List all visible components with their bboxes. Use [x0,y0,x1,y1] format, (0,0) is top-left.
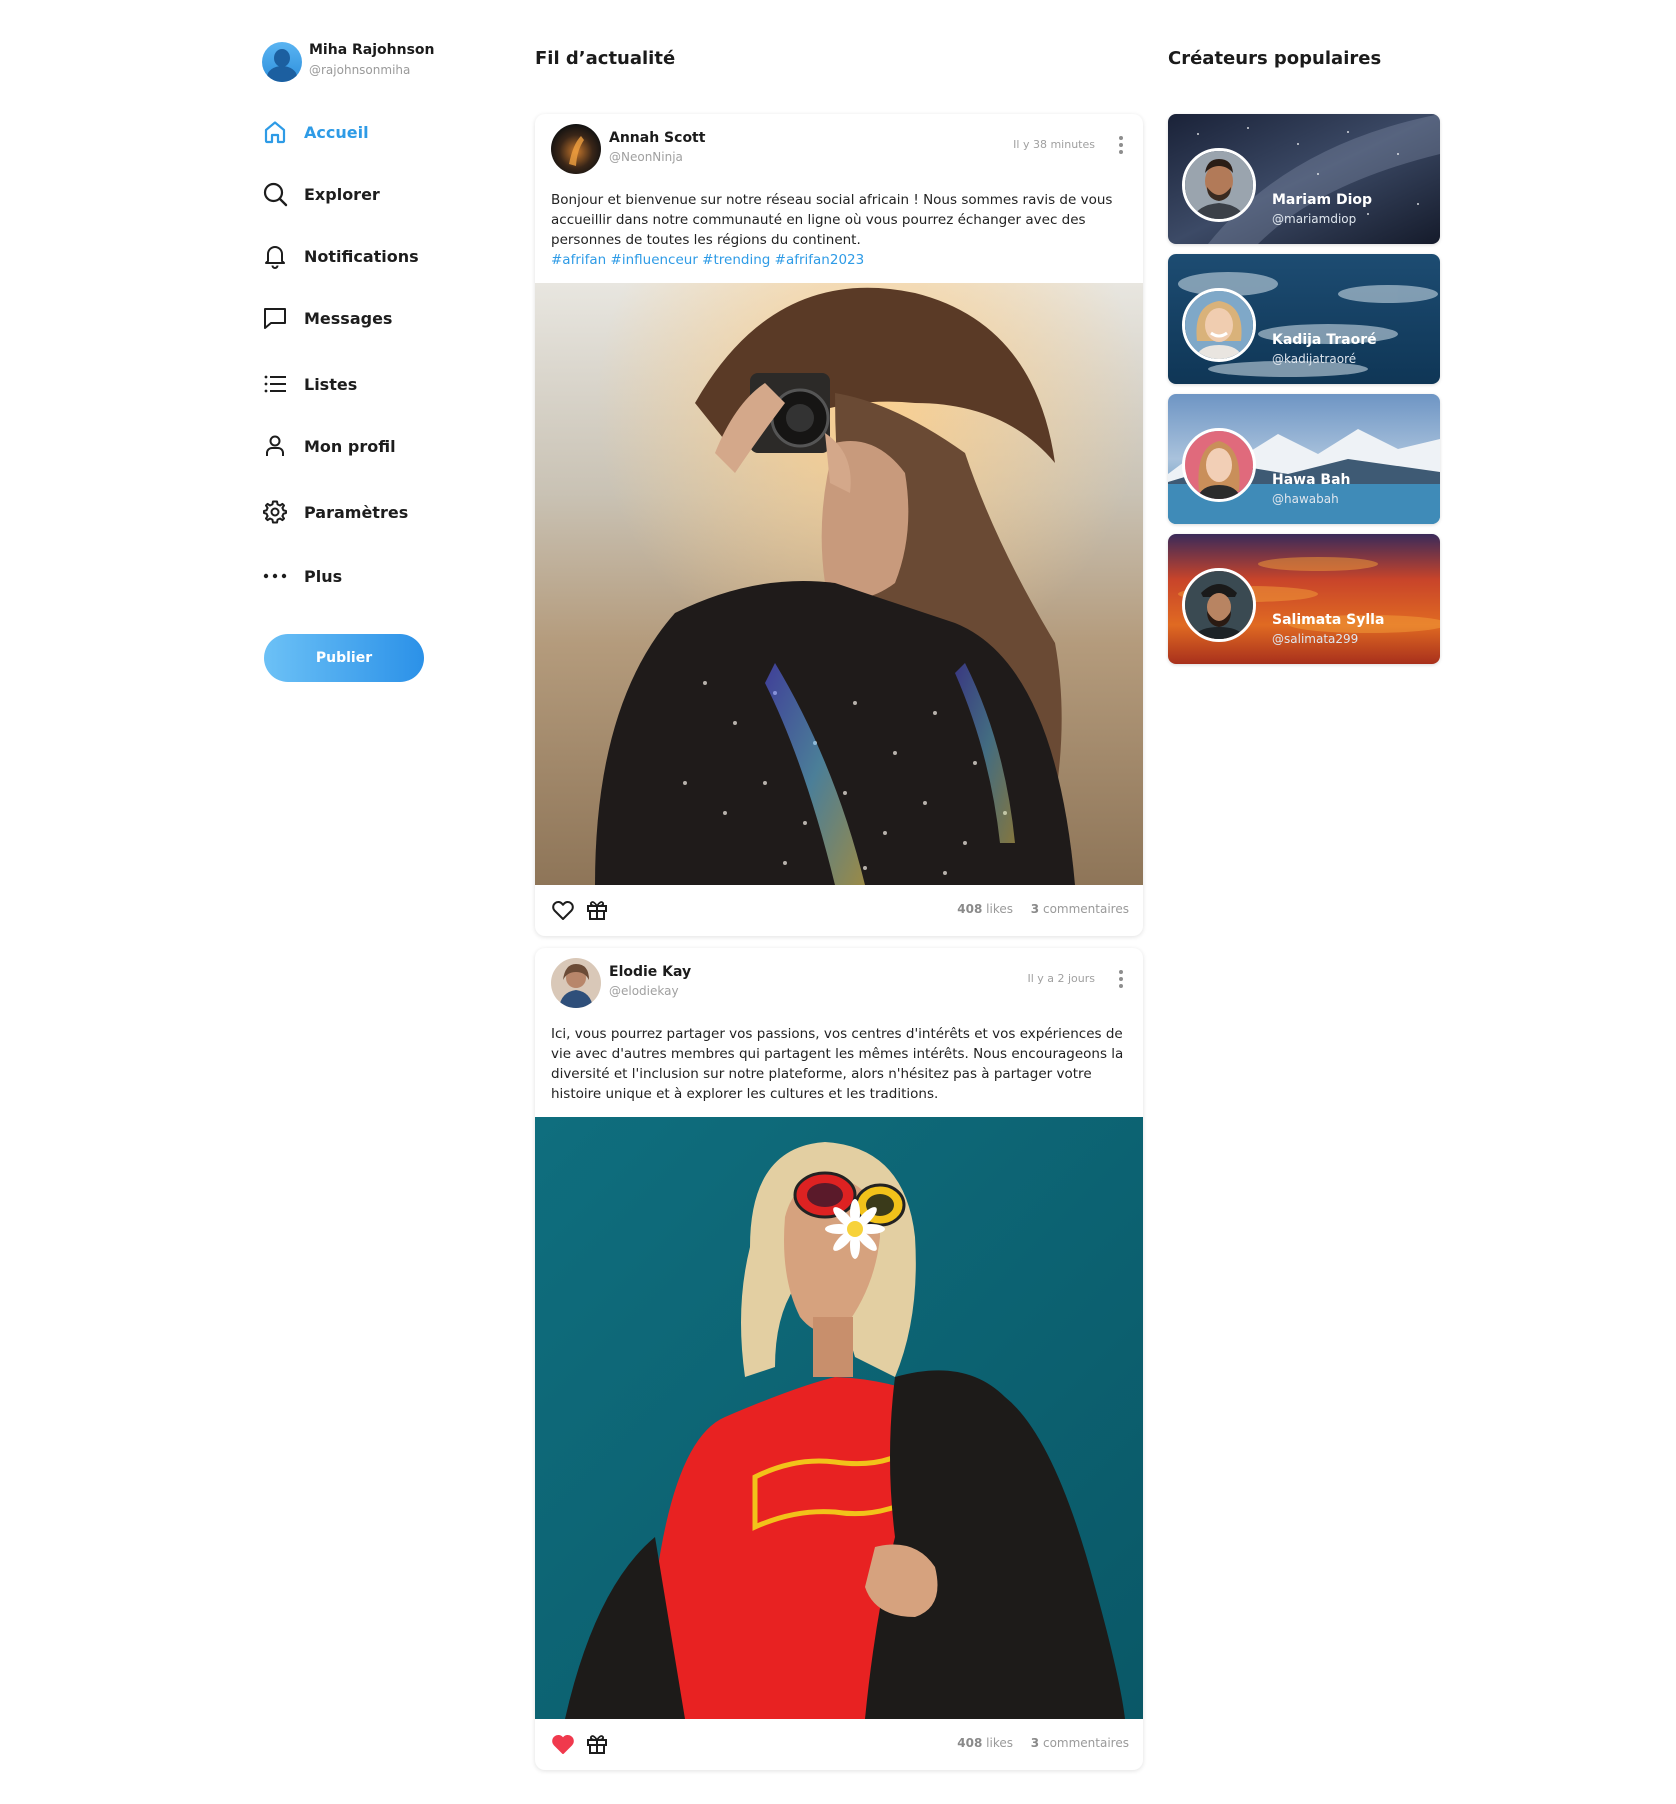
post-image[interactable] [535,1117,1143,1719]
post-image[interactable] [535,283,1143,885]
creator-card[interactable]: Mariam Diop @mariamdiop [1168,114,1440,244]
search-icon [262,181,288,207]
post-text: Bonjour et bienvenue sur notre réseau so… [551,190,1126,270]
creator-card[interactable]: Salimata Sylla @salimata299 [1168,534,1440,664]
user-name: Miha Rajohnson [309,42,435,58]
comments-label: commentaires [1042,902,1129,916]
nav-label: Plus [304,566,343,586]
author-name[interactable]: Annah Scott [609,130,705,146]
creator-avatar [1182,428,1256,502]
nav-label: Mon profil [304,436,396,456]
nav-label: Notifications [304,246,419,266]
creators-title: Créateurs populaires [1168,48,1382,69]
creator-name: Hawa Bah [1272,472,1351,488]
bell-icon [262,243,288,269]
feed-title: Fil d’actualité [535,48,676,69]
author-handle: @NeonNinja [609,150,683,164]
nav-label: Paramètres [304,502,409,522]
comments-label: commentaires [1042,1736,1129,1750]
author-avatar[interactable] [551,958,601,1008]
creator-avatar [1182,148,1256,222]
nav-item-parametres[interactable]: Paramètres [262,495,522,529]
likes-number: 408 [957,902,983,916]
nav-item-plus[interactable]: Plus [262,559,522,593]
nav-item-mon-profil[interactable]: Mon profil [262,429,522,463]
post-card: Elodie Kay @elodiekay Il y a 2 jours Ici… [535,948,1143,1770]
post-hashtags[interactable]: #afrifan #influenceur #trending #afrifan… [551,252,864,268]
like-filled-icon[interactable] [551,1733,575,1755]
creator-handle: @mariamdiop [1272,212,1357,226]
likes-number: 408 [957,1736,983,1750]
post-card: Annah Scott @NeonNinja Il y 38 minutes B… [535,114,1143,936]
nav-item-messages[interactable]: Messages [262,301,522,335]
nav-label: Accueil [304,122,369,142]
likes-label: likes [986,902,1013,916]
gift-icon[interactable] [585,1732,609,1756]
creator-avatar [1182,568,1256,642]
creator-handle: @kadijatraoré [1272,352,1357,366]
post-actions: 408 likes 3 commentaires [535,885,1143,935]
creator-name: Mariam Diop [1272,192,1373,208]
likes-count: 408 likes [957,1736,1013,1750]
author-handle: @elodiekay [609,984,679,998]
likes-count: 408 likes [957,902,1013,916]
more-options-icon[interactable] [1113,966,1129,992]
creator-handle: @hawabah [1272,492,1339,506]
post-body: Bonjour et bienvenue sur notre réseau so… [551,192,1113,248]
gift-icon[interactable] [585,898,609,922]
message-icon [262,305,288,331]
post-time: Il y a 2 jours [1027,972,1095,985]
creator-card[interactable]: Kadija Traoré @kadijatraoré [1168,254,1440,384]
creator-name: Salimata Sylla [1272,612,1385,628]
user-handle: @rajohnsonmiha [309,63,411,77]
post-time: Il y 38 minutes [1013,138,1095,151]
publish-button[interactable]: Publier [264,634,424,682]
creator-avatar [1182,288,1256,362]
more-dots-icon [262,563,288,589]
nav-item-accueil[interactable]: Accueil [262,115,522,149]
like-icon[interactable] [551,899,575,921]
creator-handle: @salimata299 [1272,632,1359,646]
comments-number: 3 [1030,902,1040,916]
list-icon [262,371,288,397]
post-body: Ici, vous pourrez partager vos passions,… [551,1026,1124,1102]
comments-number: 3 [1030,1736,1040,1750]
nav-label: Explorer [304,184,380,204]
comments-link[interactable]: 3 commentaires [1031,902,1129,916]
likes-label: likes [986,1736,1013,1750]
creator-card[interactable]: Hawa Bah @hawabah [1168,394,1440,524]
nav-item-notifications[interactable]: Notifications [262,239,522,273]
sidebar: Miha Rajohnson @rajohnsonmiha Accueil Ex… [262,40,562,740]
home-icon [262,119,288,145]
nav-item-explorer[interactable]: Explorer [262,177,522,211]
user-avatar[interactable] [262,42,302,82]
user-icon [262,433,288,459]
gear-icon [262,499,288,525]
comments-link[interactable]: 3 commentaires [1031,1736,1129,1750]
nav-label: Listes [304,374,358,394]
author-name[interactable]: Elodie Kay [609,964,691,980]
creator-name: Kadija Traoré [1272,332,1377,348]
nav-label: Messages [304,308,393,328]
nav-item-listes[interactable]: Listes [262,367,522,401]
post-text: Ici, vous pourrez partager vos passions,… [551,1024,1126,1104]
post-actions: 408 likes 3 commentaires [535,1719,1143,1769]
author-avatar[interactable] [551,124,601,174]
more-options-icon[interactable] [1113,132,1129,158]
